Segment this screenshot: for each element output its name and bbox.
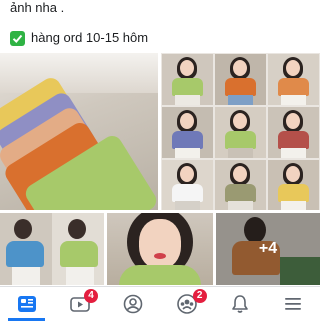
collage-cell (162, 107, 213, 158)
model-face (180, 113, 194, 129)
model-top (278, 78, 309, 96)
collage-cell (268, 107, 319, 158)
model-bottom (228, 95, 253, 105)
model-top (225, 184, 256, 202)
model-bottom (281, 148, 306, 158)
model-top (172, 184, 203, 202)
model-top (60, 241, 98, 267)
model-face (286, 60, 300, 76)
nav-home[interactable] (0, 287, 53, 321)
groups-badge: 2 (192, 289, 207, 303)
collage-cell (268, 160, 319, 210)
collage-cell (268, 54, 319, 105)
model-bottom (12, 267, 40, 285)
model-bottom (175, 201, 200, 210)
model-face (233, 60, 247, 76)
model-top (225, 78, 256, 96)
shipping-note: hàng ord 10-15 hôm (31, 30, 149, 45)
model-top (6, 241, 44, 267)
model-top (119, 265, 201, 285)
model-top (225, 131, 256, 149)
model-bottom (228, 148, 253, 158)
bottom-navigation: 4 2 (0, 286, 320, 321)
model-hair (68, 219, 86, 239)
window-background (0, 53, 158, 93)
model-top (172, 78, 203, 96)
photo-panel (0, 213, 52, 285)
model-top (172, 131, 203, 149)
news-feed-icon (17, 296, 36, 312)
more-photos-overlay: +4 (216, 213, 320, 285)
model-face (233, 166, 247, 182)
model-bottom (175, 148, 200, 158)
model-top (278, 131, 309, 149)
model-bottom (175, 95, 200, 105)
collage-cell (162, 160, 213, 210)
nav-notifications[interactable] (213, 287, 266, 321)
model-lips (154, 253, 166, 259)
model-face (139, 219, 181, 269)
post-photo-collage[interactable] (161, 53, 320, 210)
checkmark-icon (10, 30, 25, 46)
bell-icon (232, 295, 248, 313)
post-photo-bottom-2[interactable] (107, 213, 213, 285)
more-photos-count: +4 (258, 240, 278, 257)
nav-menu[interactable] (267, 287, 320, 321)
nav-watch[interactable]: 4 (53, 287, 106, 321)
model-hair (14, 219, 32, 239)
model-bottom (281, 201, 306, 210)
profile-icon (124, 294, 143, 314)
post-photo-bottom-more[interactable]: +4 (216, 213, 320, 285)
post-photo-main[interactable] (0, 53, 158, 210)
model-face (286, 166, 300, 182)
nav-profile[interactable] (107, 287, 160, 321)
model-face (286, 113, 300, 129)
post-text-line-2: hàng ord 10-15 hôm (10, 30, 148, 46)
model-face (233, 113, 247, 129)
model-face (180, 166, 194, 182)
model-top (278, 184, 309, 202)
model-face (180, 60, 194, 76)
hamburger-menu-icon (285, 298, 302, 310)
model-bottom (228, 201, 253, 210)
collage-cell (215, 54, 266, 105)
model-bottom (66, 267, 94, 285)
model-bottom (281, 95, 306, 105)
collage-cell (162, 54, 213, 105)
nav-groups[interactable]: 2 (160, 287, 213, 321)
watch-badge: 4 (83, 289, 98, 303)
collage-cell (215, 107, 266, 158)
photo-panel (52, 213, 104, 285)
post-photo-bottom-1[interactable] (0, 213, 104, 285)
post-text-line-1: ảnh nha . (10, 0, 65, 15)
collage-cell (215, 160, 266, 210)
